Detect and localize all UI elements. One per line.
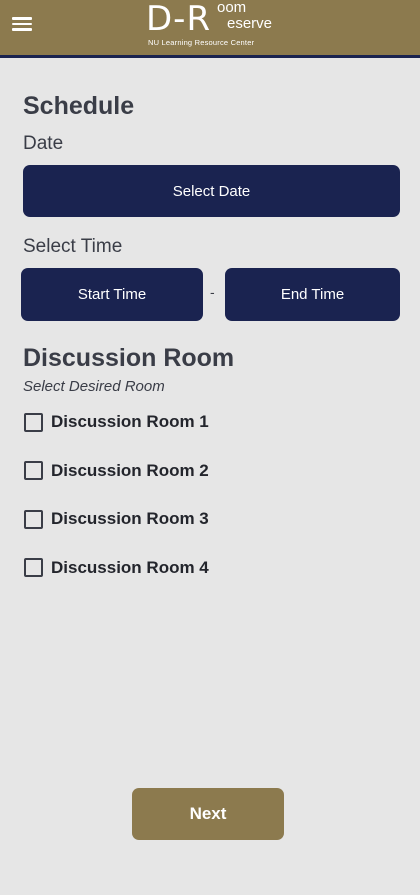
- reservation-page: D-R oom eserve NU Learning Resource Cent…: [0, 0, 420, 895]
- room-subheading: Select Desired Room: [23, 378, 165, 395]
- room-option-label: Discussion Room 1: [51, 412, 209, 431]
- checkbox[interactable]: [24, 412, 43, 432]
- hamburger-menu-icon[interactable]: [10, 12, 34, 34]
- start-time-button[interactable]: Start Time: [21, 268, 203, 321]
- app-logo: D-R oom eserve NU Learning Resource Cent…: [146, 0, 286, 55]
- room-option-2[interactable]: Discussion Room 2: [24, 459, 324, 483]
- room-option-1[interactable]: Discussion Room 1: [24, 410, 324, 434]
- logo-dr-text: D-R: [146, 0, 212, 39]
- checkbox[interactable]: [24, 558, 43, 577]
- menu-bar: [12, 22, 32, 25]
- select-time-label: Select Time: [23, 236, 123, 257]
- room-option-3[interactable]: Discussion Room 3: [24, 507, 324, 531]
- room-option-label: Discussion Room 2: [51, 460, 209, 480]
- room-list: Discussion Room 1 Discussion Room 2 Disc…: [24, 410, 324, 604]
- menu-bar: [12, 17, 32, 20]
- room-option-label: Discussion Room 3: [51, 509, 209, 528]
- logo-oom-text: oom: [217, 0, 247, 16]
- time-separator: -: [210, 284, 215, 300]
- date-label: Date: [23, 133, 64, 154]
- logo-subtitle: NU Learning Resource Center: [148, 38, 255, 47]
- discussion-room-heading: Discussion Room: [23, 344, 235, 372]
- room-option-label: Discussion Room 4: [51, 557, 209, 577]
- schedule-heading: Schedule: [23, 92, 135, 120]
- select-date-button[interactable]: Select Date: [23, 165, 400, 217]
- menu-bar: [12, 28, 32, 31]
- end-time-button[interactable]: End Time: [225, 268, 400, 321]
- checkbox[interactable]: [24, 461, 43, 480]
- next-button[interactable]: Next: [132, 788, 284, 840]
- logo-eserve-text: eserve: [227, 15, 273, 32]
- checkbox[interactable]: [24, 509, 43, 529]
- app-header: D-R oom eserve NU Learning Resource Cent…: [0, 0, 420, 58]
- room-option-4[interactable]: Discussion Room 4: [24, 556, 324, 580]
